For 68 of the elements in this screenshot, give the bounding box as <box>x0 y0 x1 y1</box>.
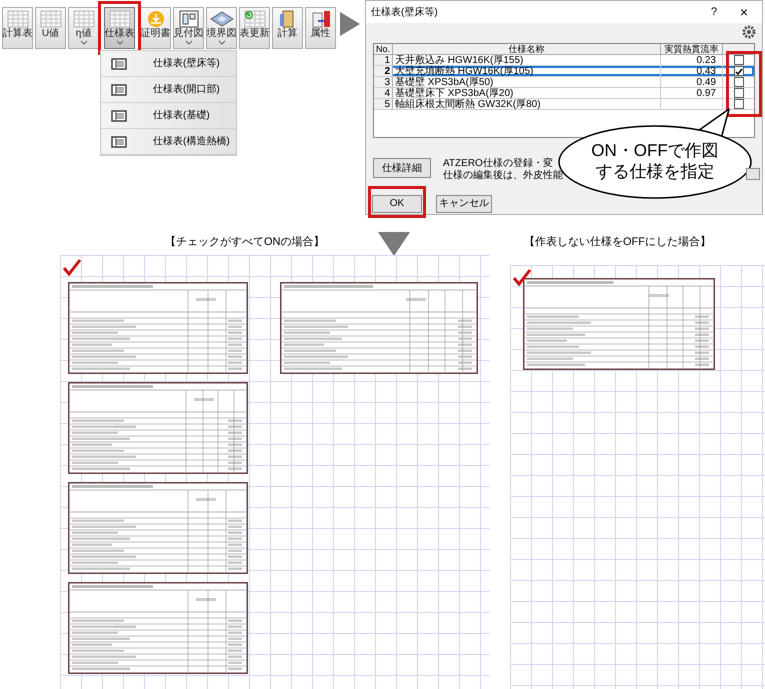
grid-icon <box>108 10 132 28</box>
toolbar-button[interactable]: 計算表 <box>2 7 33 49</box>
small-button[interactable] <box>746 168 760 180</box>
toolbar-button[interactable]: 証明書 <box>140 7 171 49</box>
table-icon <box>111 110 127 122</box>
checkmark-icon <box>512 268 532 286</box>
toolbar-button[interactable]: U値 <box>35 7 66 49</box>
table-cell: 0.49 <box>696 77 716 88</box>
row-number: 4 <box>374 88 393 98</box>
dialog-button[interactable]: OK <box>372 194 422 212</box>
menu-item[interactable]: 仕様表(基礎) <box>101 103 236 129</box>
table-cell: 基礎壁床下 XPS3bA(厚20) <box>393 88 661 98</box>
grid-icon <box>38 10 62 28</box>
callout-text: ON・OFFで作図 <box>591 140 719 161</box>
table-cell: 天井敷込み HGW16K(厚155) <box>393 55 661 65</box>
caption: 【作表しない仕様をOFFにした場合】 <box>524 234 711 250</box>
table-cell: 0.23 <box>696 55 716 66</box>
toolbar-button[interactable]: η値 <box>68 7 99 49</box>
table-row[interactable]: 1 天井敷込み HGW16K(厚155) 0.23 <box>374 55 754 66</box>
table-cell: 0.97 <box>696 88 716 99</box>
menu-item[interactable]: 仕様表(壁床等) <box>101 51 236 77</box>
checkbox[interactable] <box>734 77 744 87</box>
detail-button[interactable]: 仕様詳細 <box>373 158 431 178</box>
close-button[interactable]: × <box>734 2 754 22</box>
toolbar-button[interactable]: 表更新 <box>239 7 270 49</box>
table-cell: 基礎壁 XPS3bA(厚50) <box>393 77 661 87</box>
table-icon <box>111 58 127 70</box>
column-header: No. <box>374 44 393 54</box>
settings-icon <box>742 25 756 39</box>
dialog-button[interactable]: キャンセル <box>436 194 492 212</box>
table-icon <box>111 84 127 96</box>
down-arrow-icon <box>378 232 410 256</box>
toolbar-button[interactable]: 見付図 <box>173 7 204 49</box>
row-number: 1 <box>374 55 393 65</box>
refresh-icon <box>242 10 266 28</box>
row-number: 5 <box>374 99 393 109</box>
table-row[interactable]: 3 基礎壁 XPS3bA(厚50) 0.49 <box>374 77 754 88</box>
table-icon <box>111 136 127 148</box>
menu-item[interactable]: 仕様表(開口部) <box>101 77 236 103</box>
grid-icon <box>6 10 30 28</box>
window-title: 仕様表(壁床等) <box>371 6 439 20</box>
diamond-icon <box>210 10 234 28</box>
checkbox[interactable] <box>734 88 744 98</box>
row-number: 2 <box>374 66 393 76</box>
callout-text: する仕様を指定 <box>596 161 714 182</box>
toolbar-button[interactable]: 仕様表 <box>104 7 135 49</box>
checkbox[interactable] <box>734 66 744 76</box>
checkbox[interactable] <box>734 99 744 109</box>
toolbar-button[interactable]: 計算 <box>272 7 303 49</box>
checkmark-icon <box>62 258 82 276</box>
toolbar-button[interactable]: 境界図 <box>206 7 237 49</box>
arrow-icon <box>340 12 360 36</box>
column-header: 実質熱貫流率 <box>661 44 723 54</box>
table-row[interactable]: 5 軸組床根太間断熱 GW32K(厚80) <box>374 99 754 110</box>
menu-item[interactable]: 仕様表(構造熱橋) <box>101 129 236 155</box>
note-text: ATZERO仕様の登録・変 <box>443 158 554 170</box>
grid-icon <box>72 10 96 28</box>
row-number: 3 <box>374 77 393 87</box>
column-header: 仕様名称 <box>393 44 661 54</box>
table-cell: 軸組床根太間断熱 GW32K(厚80) <box>393 99 661 109</box>
checkmark-icon <box>734 68 742 74</box>
caption: 【チェックがすべてONの場合】 <box>165 234 326 250</box>
toolbar-button[interactable]: 属性 <box>305 7 336 49</box>
table-row[interactable]: 4 基礎壁床下 XPS3bA(厚20) 0.97 <box>374 88 754 99</box>
note-text: 仕様の編集後は、外皮性能 <box>443 170 563 182</box>
checkbox[interactable] <box>734 55 744 65</box>
help-button[interactable]: ? <box>704 4 724 20</box>
window-icon <box>176 10 200 28</box>
